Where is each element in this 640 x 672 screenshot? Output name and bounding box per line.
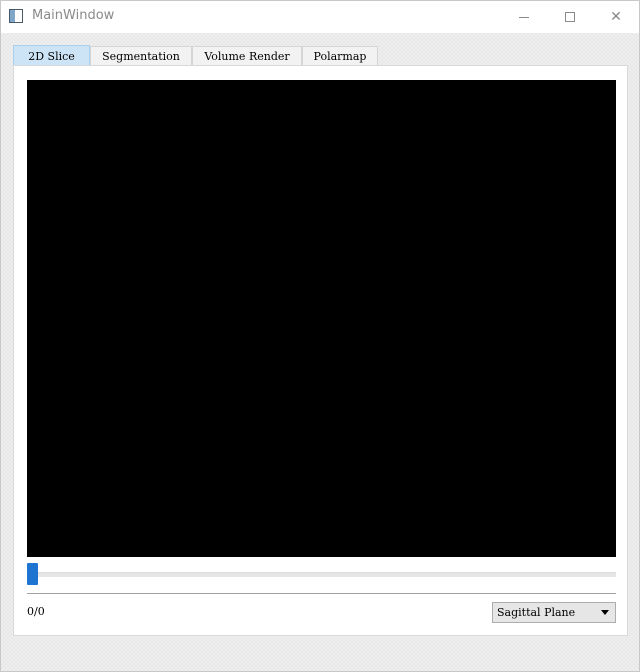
tab-polarmap[interactable]: Polarmap [302,46,378,66]
slice-slider-handle[interactable] [27,563,38,585]
chevron-down-icon [601,610,609,615]
minimize-icon [519,16,529,18]
slice-slider-track[interactable] [27,572,616,577]
tab-pane-2d-slice: 0/0 Sagittal Plane [13,65,628,636]
minimize-button[interactable] [501,1,547,33]
maximize-icon [565,12,575,22]
slice-viewport[interactable] [27,80,616,557]
slice-counter: 0/0 [27,605,45,618]
window-title: MainWindow [32,8,115,23]
maximize-button[interactable] [547,1,593,33]
main-window: MainWindow ✕ 2D Slice Segmentation Volum… [0,0,640,672]
divider [27,593,616,594]
tab-bar: 2D Slice Segmentation Volume Render Pola… [13,45,378,66]
tab-volume-render[interactable]: Volume Render [192,46,302,66]
client-area: 2D Slice Segmentation Volume Render Pola… [1,33,639,671]
plane-select-value: Sagittal Plane [497,606,576,619]
plane-select[interactable]: Sagittal Plane [492,602,616,623]
title-bar[interactable]: MainWindow ✕ [1,1,639,33]
close-button[interactable]: ✕ [593,1,639,33]
close-icon: ✕ [610,9,622,25]
app-window-icon [9,9,23,23]
tab-segmentation[interactable]: Segmentation [90,46,192,66]
tab-2d-slice[interactable]: 2D Slice [13,45,90,66]
